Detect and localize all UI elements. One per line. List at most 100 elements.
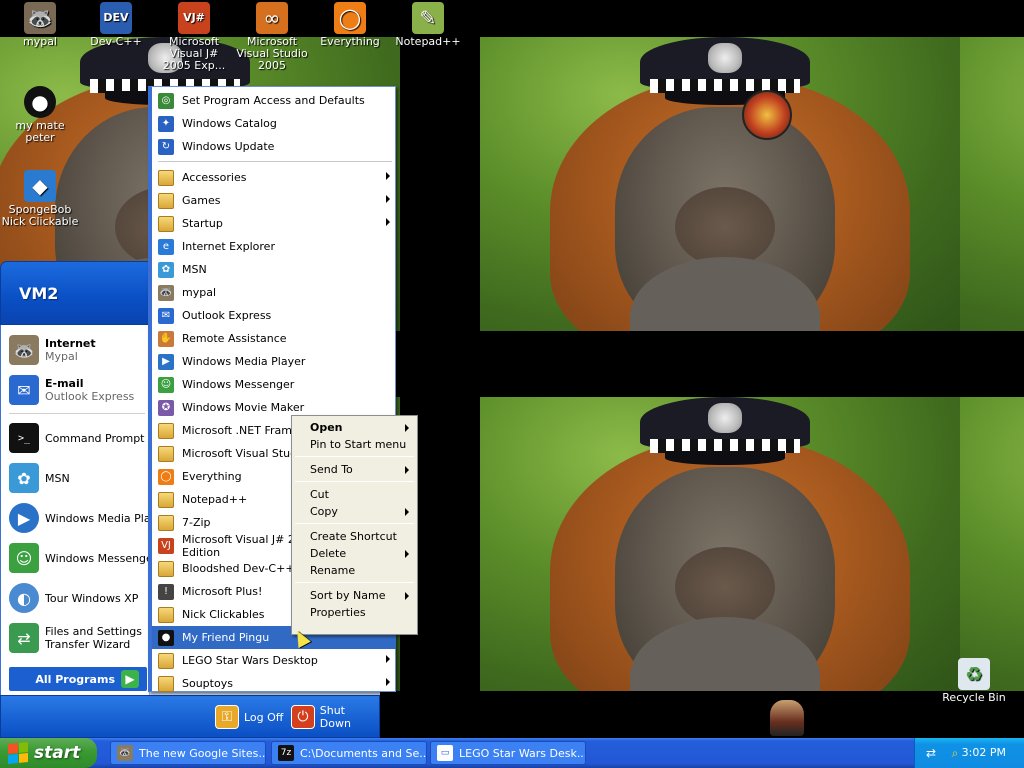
program-item[interactable]: e Internet Explorer [152,235,396,258]
program-item[interactable]: ✦ Windows Catalog [152,112,396,135]
wallpaper-tile [960,397,1024,691]
raccoon-icon: 🦝 [9,335,39,365]
desktop-icon-label: mypal [22,35,57,48]
program-item[interactable]: ↻ Windows Update [152,135,396,158]
lego-walker-icon[interactable] [770,700,804,736]
clock[interactable]: 3:02 PM [962,746,1006,759]
context-menu-label: Cut [310,488,329,501]
program-item[interactable]: Startup [152,212,396,235]
desktop-icon-devcpp[interactable]: DEV Dev-C++ [76,2,156,48]
chevron-right-icon [405,424,409,432]
all-programs-label: All Programs [35,672,115,686]
desktop-icon-label: Dev-C++ [90,35,142,48]
recent-command-prompt[interactable]: >_ Command Prompt [9,419,149,457]
recent-msn[interactable]: ✿ MSN [9,459,149,497]
recent-transfer-wizard[interactable]: ⇄ Files and Settings Transfer Wizard [9,619,149,657]
context-menu-item[interactable]: Rename [292,562,417,579]
menu-separator [295,456,414,457]
task-button-lego-star-wars[interactable]: ▭ LEGO Star Wars Desk... [430,741,586,765]
program-label: 7-Zip [182,516,211,529]
program-access-icon: ◎ [158,92,174,109]
program-item[interactable]: ✿ MSN [152,258,396,281]
context-menu-item[interactable]: Sort by Name [292,587,417,604]
desktop-icon-everything[interactable]: ◯ Everything [310,2,390,48]
folder-icon [158,675,174,692]
menu-separator [158,161,392,162]
pinned-title: E-mail [45,377,84,390]
program-item[interactable]: ✋ Remote Assistance [152,327,396,350]
start-label: start [34,743,81,763]
task-label: The new Google Sites... [139,746,266,760]
program-label: Nick Clickables [182,608,265,621]
raccoon-icon: 🦝 [117,745,133,761]
context-menu-item[interactable]: Pin to Start menu [292,436,417,453]
context-menu-item[interactable]: Create Shortcut [292,528,417,545]
raccoon-icon: 🦝 [24,2,56,34]
desktop-icon-spongebob[interactable]: ◆ SpongeBob Nick Clickable [0,170,80,228]
windows-update-icon: ↻ [158,138,174,155]
program-item[interactable]: Games [152,189,396,212]
desktop-icon-notepadpp[interactable]: ✎ Notepad++ [388,2,468,48]
context-menu-item[interactable]: Cut [292,486,417,503]
all-programs-button[interactable]: All Programs ▶ [9,667,147,691]
program-label: Everything [182,470,242,483]
task-button-google-sites[interactable]: 🦝 The new Google Sites... [110,741,266,765]
window-icon: ▭ [437,745,453,761]
program-item[interactable]: Accessories [152,166,396,189]
log-off-button[interactable]: ⚿ Log Off [215,704,283,730]
shut-down-button[interactable]: ⏻ Shut Down [291,704,379,730]
network-icon[interactable]: ⇄ [923,745,939,761]
menu-separator [295,481,414,482]
desktop-icon-my-mate-peter[interactable]: ● my mate peter [0,86,80,144]
context-menu-label: Create Shortcut [310,530,397,543]
context-menu-item[interactable]: Send To [292,461,417,478]
msn-icon: ✿ [9,463,39,493]
program-item[interactable]: ◎ Set Program Access and Defaults [152,89,396,112]
everything-icon: ◯ [158,468,174,485]
desktop-icon-label: my mate peter [15,119,65,144]
program-item[interactable]: ☺ Windows Messenger [152,373,396,396]
program-label: Windows Movie Maker [182,401,305,414]
context-menu-item[interactable]: Open [292,419,417,436]
desktop-icon-vjsharp[interactable]: VJ# Microsoft Visual J# 2005 Exp... [154,2,234,72]
program-item[interactable]: LEGO Star Wars Desktop [152,649,396,672]
recent-media-player[interactable]: ▶ Windows Media Player [9,499,149,537]
context-menu-item[interactable]: Delete [292,545,417,562]
search-icon[interactable]: ⌕ [947,745,963,761]
folder-icon [158,652,174,669]
windows-logo-icon [8,741,28,765]
raccoon-icon: 🦝 [158,284,174,301]
context-menu-label: Delete [310,547,347,560]
program-item[interactable]: ✉ Outlook Express [152,304,396,327]
start-button[interactable]: start [0,738,97,768]
shut-down-label: Shut Down [319,704,351,730]
arrow-right-icon: ▶ [121,670,139,688]
lego-figure-icon[interactable] [742,90,792,140]
desktop-icon-visual-studio[interactable]: ∞ Microsoft Visual Studio 2005 [232,2,312,72]
tour-icon: ◐ [9,583,39,613]
program-item[interactable]: Souptoys [152,672,396,695]
context-menu-item[interactable]: Properties [292,604,417,621]
pinned-internet[interactable]: 🦝 Internet Mypal [9,331,149,369]
task-button-documents[interactable]: 7z C:\Documents and Se... [271,741,427,765]
program-item[interactable]: 🦝 mypal [152,281,396,304]
folder-icon [158,422,174,439]
folder-icon [158,560,174,577]
context-menu-item[interactable]: Copy [292,503,417,520]
key-icon: ⚿ [215,705,239,729]
program-label: Souptoys [182,677,233,690]
vjsharp-icon: VJ# [178,2,210,34]
context-menu: Open Pin to Start menu Send To Cut Copy Creat… [291,415,418,635]
windows-catalog-icon: ✦ [158,115,174,132]
program-item[interactable]: ▶ Windows Media Player [152,350,396,373]
recent-tour[interactable]: ◐ Tour Windows XP [9,579,149,617]
power-icon: ⏻ [291,705,315,729]
folder-icon [158,445,174,462]
program-label: Remote Assistance [182,332,287,345]
desktop-icon-mypal[interactable]: 🦝 mypal [0,2,80,48]
chevron-right-icon [386,195,390,203]
desktop-icon-label: Recycle Bin [942,691,1006,704]
recent-messenger[interactable]: ☺ Windows Messenger [9,539,149,577]
desktop-icon-recycle-bin[interactable]: ♻ Recycle Bin [934,658,1014,704]
pinned-email[interactable]: ✉ E-mail Outlook Express [9,371,149,409]
